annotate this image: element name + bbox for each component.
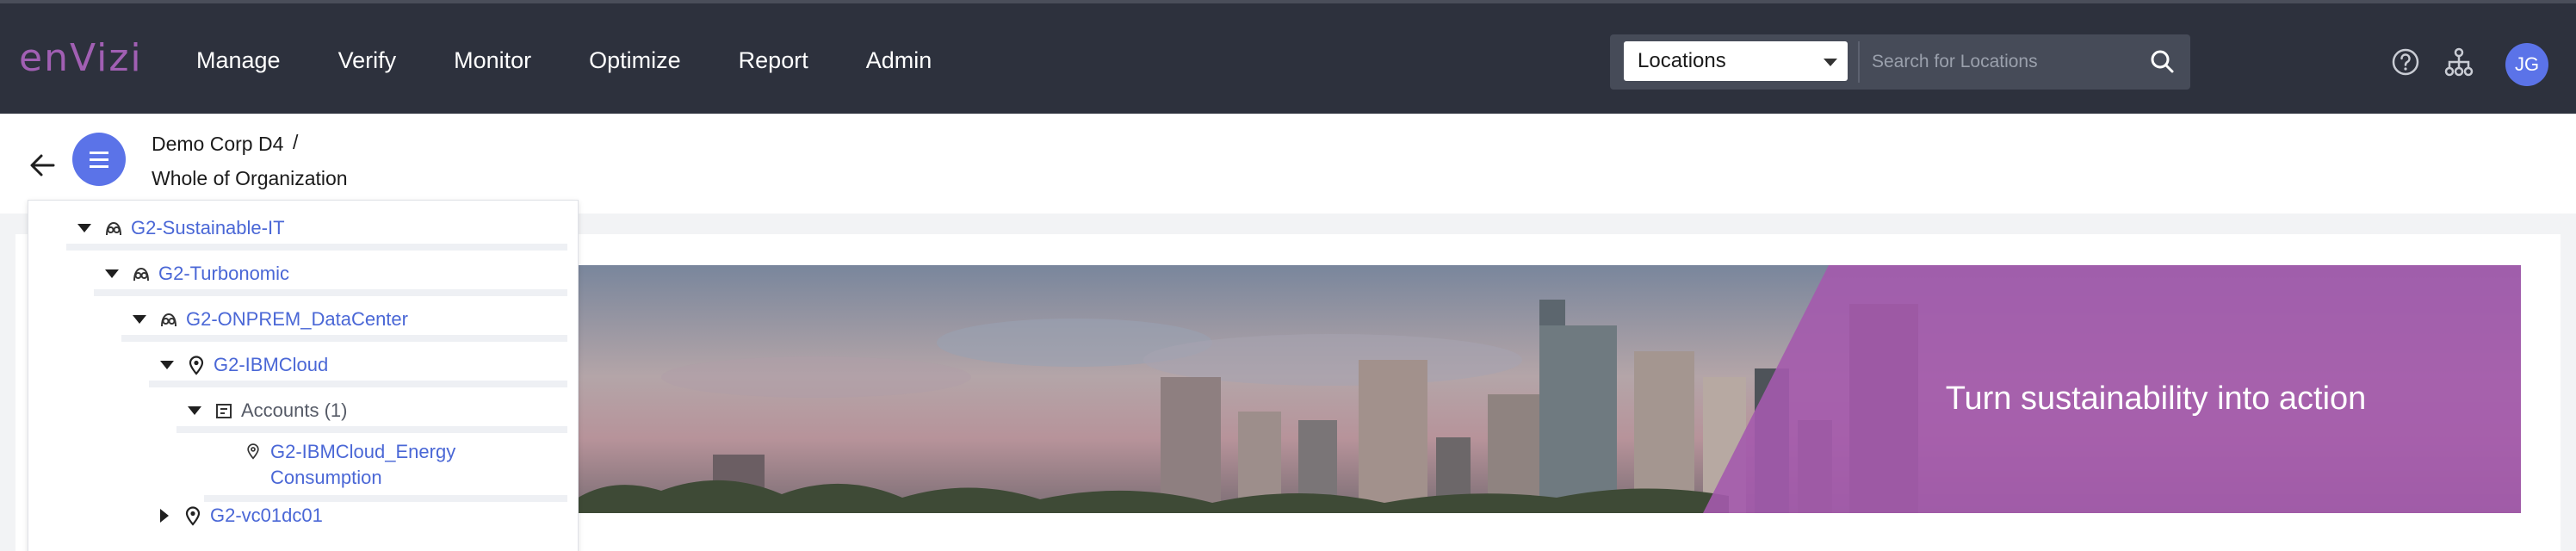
tree-item-g2-onprem-datacenter[interactable]: G2-ONPREM_DataCenter bbox=[133, 300, 408, 339]
breadcrumb-separator: / bbox=[293, 131, 299, 153]
nav-monitor[interactable]: Monitor bbox=[454, 47, 531, 74]
breadcrumb-current: Whole of Organization bbox=[152, 167, 348, 189]
tree-item-label: G2-IBMCloud bbox=[214, 354, 329, 375]
tree-item-g2-sustainable-it[interactable]: G2-Sustainable-IT bbox=[77, 208, 285, 248]
tree-item-label: G2-vc01dc01 bbox=[210, 505, 323, 526]
expand-caret-icon[interactable] bbox=[160, 509, 169, 523]
help-icon[interactable] bbox=[2388, 45, 2423, 79]
tree-item-g2-turbonomic[interactable]: G2-Turbonomic bbox=[105, 254, 289, 294]
location-pin-icon bbox=[247, 443, 259, 460]
top-navigation-bar: enVizi Manage Verify Monitor Optimize Re… bbox=[0, 0, 2576, 114]
search-scope-select[interactable]: Locations bbox=[1624, 41, 1848, 81]
group-icon bbox=[133, 267, 149, 282]
search-icon[interactable] bbox=[2144, 43, 2182, 81]
accounts-icon bbox=[216, 404, 232, 418]
location-pin-icon bbox=[185, 506, 201, 526]
search-bar: Locations bbox=[1610, 34, 2190, 90]
expand-caret-icon[interactable] bbox=[105, 269, 119, 278]
expand-caret-icon[interactable] bbox=[188, 406, 201, 415]
menu-icon-line bbox=[90, 165, 108, 168]
location-pin-icon bbox=[189, 356, 204, 375]
hierarchy-menu-button[interactable] bbox=[72, 133, 126, 186]
search-input[interactable] bbox=[1858, 41, 2133, 83]
tree-item-label-line2: Consumption bbox=[270, 467, 382, 488]
tree-item-label: Accounts (1) bbox=[241, 399, 348, 421]
banner-title: Turn sustainability into action bbox=[1945, 381, 2367, 417]
expand-caret-icon[interactable] bbox=[160, 361, 174, 369]
back-arrow-icon[interactable] bbox=[24, 146, 62, 184]
group-icon bbox=[106, 221, 121, 236]
nav-admin[interactable]: Admin bbox=[866, 47, 932, 74]
tree-item-accounts[interactable]: Accounts (1) bbox=[188, 391, 348, 430]
search-scope-value: Locations bbox=[1638, 49, 1726, 72]
breadcrumb-org[interactable]: Demo Corp D4 bbox=[152, 133, 283, 156]
group-icon bbox=[161, 313, 176, 327]
nav-manage[interactable]: Manage bbox=[196, 47, 281, 74]
tree-item-label: G2-Turbonomic bbox=[158, 263, 290, 284]
expand-caret-icon[interactable] bbox=[133, 315, 146, 324]
tree-item-g2-vc01dc01[interactable]: G2-vc01dc01 bbox=[160, 496, 323, 536]
envizi-logo[interactable]: enVizi bbox=[19, 36, 143, 80]
context-header: Demo Corp D4 / Whole of Organization bbox=[0, 114, 2576, 214]
menu-icon-line bbox=[90, 152, 108, 154]
tree-item-label-line1: G2-IBMCloud_Energy bbox=[270, 441, 456, 462]
caret-down-icon bbox=[1824, 59, 1837, 66]
nav-verify[interactable]: Verify bbox=[338, 47, 397, 74]
nav-report[interactable]: Report bbox=[739, 47, 808, 74]
tree-item-label: G2-Sustainable-IT bbox=[131, 217, 285, 238]
menu-icon-line bbox=[90, 158, 108, 161]
tree-item-label: G2-ONPREM_DataCenter bbox=[186, 308, 408, 330]
hierarchy-icon[interactable] bbox=[2442, 45, 2476, 79]
tree-item-g2-ibmcloud[interactable]: G2-IBMCloud bbox=[160, 345, 328, 385]
expand-caret-icon[interactable] bbox=[77, 224, 91, 232]
main-nav: Manage Verify Monitor Optimize Report Ad… bbox=[196, 3, 989, 117]
nav-optimize[interactable]: Optimize bbox=[589, 47, 681, 74]
user-avatar[interactable]: JG bbox=[2505, 43, 2548, 86]
